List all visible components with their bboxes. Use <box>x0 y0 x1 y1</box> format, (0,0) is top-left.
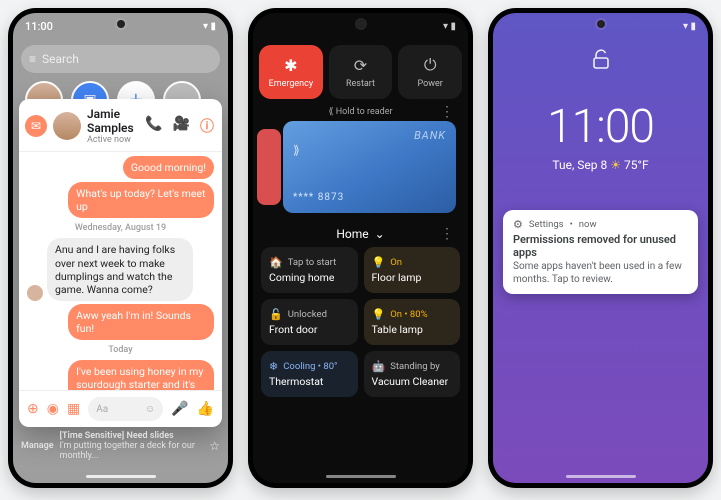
input-placeholder: Aa <box>96 404 108 415</box>
phone-messaging-bubbles: 11:00 ▾ ▮ ≡ Search ✉ ▣ + PRIMARY ✉ <box>8 8 233 488</box>
wallet-cards[interactable]: BANK ⟫ **** 8873 <box>265 121 456 219</box>
button-label: Emergency <box>269 79 314 89</box>
status-icons: ▾ ▮ <box>443 21 456 32</box>
message-out[interactable]: Aww yeah I'm in! Sounds fun! <box>68 304 214 340</box>
gallery-icon[interactable]: ▦ <box>67 401 80 417</box>
punch-hole-camera <box>357 20 365 28</box>
tile-routine[interactable]: 🏠Tap to start Coming home <box>261 247 358 293</box>
like-icon[interactable]: 👍 <box>197 401 214 417</box>
nfc-hint: ⟪ Hold to reader <box>265 107 456 117</box>
contact-avatar[interactable] <box>53 112 81 140</box>
contactless-icon: ⟫ <box>293 143 300 157</box>
message-out[interactable]: What's up today? Let's meet up <box>68 182 214 218</box>
bulb-icon: 💡 <box>372 308 386 321</box>
search-placeholder: Search <box>42 52 79 66</box>
nfc-icon: ⟪ <box>328 107 333 117</box>
emergency-icon: ✱ <box>284 56 297 75</box>
punch-hole-camera <box>597 20 605 28</box>
controls-overflow-icon[interactable]: ⋮ <box>440 226 454 242</box>
power-button[interactable]: ⏻ Power <box>398 45 462 99</box>
gesture-bar[interactable] <box>566 475 636 478</box>
notification-card[interactable]: ⚙ Settings • now Permissions removed for… <box>503 210 698 294</box>
restart-button[interactable]: ⟳ Restart <box>329 45 393 99</box>
thermostat-icon: ❄ <box>269 360 278 373</box>
info-icon[interactable]: ⓘ <box>200 116 214 136</box>
card-behind[interactable] <box>257 129 281 205</box>
punch-hole-camera <box>117 20 125 28</box>
lock-icon[interactable] <box>493 49 708 74</box>
wallet-overflow-icon[interactable]: ⋮ <box>440 107 454 117</box>
routine-icon: 🏠 <box>269 256 283 269</box>
notif-app-name: Settings <box>529 219 564 230</box>
emoji-icon[interactable]: ☺ <box>145 404 155 415</box>
button-label: Power <box>418 79 443 89</box>
tile-thermostat[interactable]: ❄Cooling • 80° Thermostat <box>261 351 358 397</box>
footer-title: [Time Sensitive] Need slides <box>60 431 204 441</box>
camera-icon[interactable]: ◉ <box>47 401 59 417</box>
contact-status: Active now <box>87 135 139 145</box>
manage-button[interactable]: Manage <box>21 441 54 451</box>
video-call-icon[interactable]: 🎥 <box>173 116 190 136</box>
card-brand: BANK <box>293 129 446 142</box>
room-selector[interactable]: Home ⌄ ⋮ <box>253 227 468 241</box>
tile-front-door[interactable]: 🔓Unlocked Front door <box>261 299 358 345</box>
chat-panel: ✉ Jamie Samples Active now 📞 🎥 ⓘ Goood m… <box>19 99 222 427</box>
restart-icon: ⟳ <box>354 56 367 75</box>
phone-lock-screen: ▾ ▮ 11:00 Tue, Sep 8 ☀ 75°F ⚙ Settings •… <box>488 8 713 488</box>
power-menu: ✱ Emergency ⟳ Restart ⏻ Power <box>253 39 468 107</box>
message-in[interactable]: Anu and I are having folks over next wee… <box>47 238 193 301</box>
star-icon[interactable]: ☆ <box>209 439 220 453</box>
messenger-icon: ✉ <box>25 115 47 137</box>
payment-card[interactable]: BANK ⟫ **** 8873 <box>283 121 456 213</box>
background-conversation-row[interactable]: Manage [Time Sensitive] Need slides I'm … <box>21 431 220 461</box>
button-label: Restart <box>346 79 375 89</box>
card-last4: **** 8873 <box>293 192 344 203</box>
status-time: 11:00 <box>25 20 53 33</box>
weather-sunny-icon: ☀ <box>610 158 624 172</box>
day-separator: Today <box>27 345 214 355</box>
apps-icon[interactable]: ⊕ <box>27 401 39 417</box>
status-icons: ▾ ▮ <box>683 21 696 32</box>
message-input[interactable]: Aa ☺ <box>88 397 163 421</box>
tile-floor-lamp[interactable]: 💡On Floor lamp <box>364 247 461 293</box>
notif-time: now <box>579 219 597 230</box>
menu-icon[interactable]: ≡ <box>29 52 36 66</box>
search-input[interactable]: ≡ Search <box>21 45 220 73</box>
lock-date: Tue, Sep 8 ☀ 75°F <box>493 158 708 172</box>
emergency-button[interactable]: ✱ Emergency <box>259 45 323 99</box>
phone-power-device-controls: ▾ ▮ ✱ Emergency ⟳ Restart ⏻ Power ⟪ Hold… <box>248 8 473 488</box>
tile-table-lamp[interactable]: 💡On • 80% Table lamp <box>364 299 461 345</box>
tile-vacuum[interactable]: 🤖Standing by Vacuum Cleaner <box>364 351 461 397</box>
lock-icon: 🔓 <box>269 308 283 321</box>
bulb-icon: 💡 <box>372 256 386 269</box>
notif-title: Permissions removed for unused apps <box>513 233 688 259</box>
contact-name: Jamie Samples <box>87 107 139 135</box>
message-thread[interactable]: Goood morning! What's up today? Let's me… <box>19 152 222 390</box>
lock-time: 11:00 <box>493 100 708 154</box>
day-separator: Wednesday, August 19 <box>27 223 214 233</box>
gesture-bar[interactable] <box>326 475 396 478</box>
vacuum-icon: 🤖 <box>372 360 386 373</box>
chevron-down-icon: ⌄ <box>375 227 385 241</box>
chat-header: ✉ Jamie Samples Active now 📞 🎥 ⓘ <box>19 99 222 152</box>
settings-gear-icon: ⚙ <box>513 218 523 231</box>
room-name: Home <box>336 227 368 241</box>
power-icon: ⏻ <box>424 55 437 75</box>
device-control-grid: 🏠Tap to start Coming home 💡On Floor lamp… <box>253 243 468 397</box>
status-icons: ▾ ▮ <box>203 21 216 32</box>
message-out[interactable]: Goood morning! <box>123 156 214 179</box>
notif-body: Some apps haven't been used in a few mon… <box>513 260 688 286</box>
message-out[interactable]: I've been using honey in my sourdough st… <box>68 360 214 390</box>
gesture-bar[interactable] <box>86 475 156 478</box>
avatar-icon <box>27 285 43 301</box>
message-composer: ⊕ ◉ ▦ Aa ☺ 🎤 👍 <box>19 390 222 427</box>
voice-icon[interactable]: 🎤 <box>171 401 188 417</box>
call-icon[interactable]: 📞 <box>145 116 162 136</box>
footer-body: I'm putting together a deck for our mont… <box>60 441 204 461</box>
